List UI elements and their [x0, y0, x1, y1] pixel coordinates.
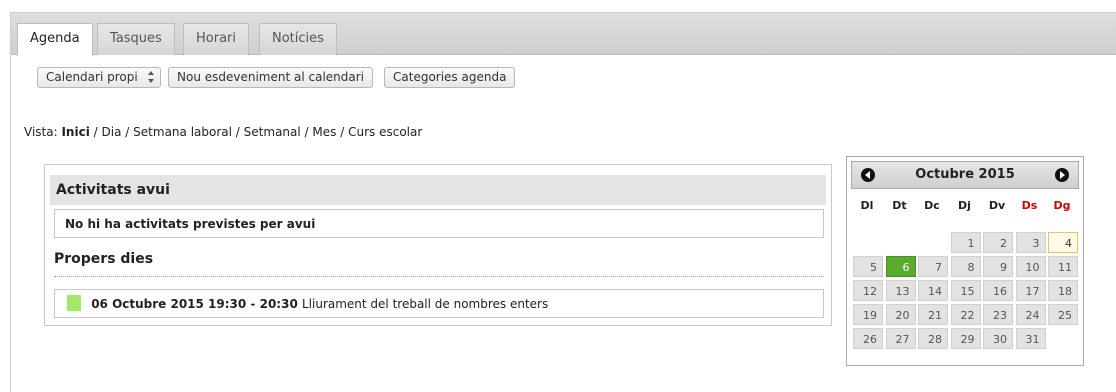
view-mes[interactable]: Mes	[312, 125, 336, 139]
calendar-header: Octubre 2015	[851, 161, 1079, 189]
calendar-select-value: Calendari propi	[46, 70, 138, 84]
calendar-day[interactable]: 26	[853, 328, 883, 349]
calendar-day[interactable]: 19	[853, 304, 883, 325]
upcoming-event[interactable]: 06 Octubre 2015 19:30 - 20:30 Lliurament…	[54, 289, 824, 318]
calendar-month-label: Octubre 2015	[915, 167, 1015, 182]
calendar-day[interactable]: 10	[1015, 256, 1046, 277]
calendar-day[interactable]: 27	[885, 328, 916, 349]
weekday-label: Dv	[988, 199, 1006, 212]
calendar-day[interactable]: 16	[983, 280, 1013, 301]
view-setmana-laboral[interactable]: Setmana laboral	[133, 125, 232, 139]
tab-bar: Agenda Tasques Horari Notícies	[11, 13, 1116, 56]
weekday-label: Ds	[1021, 199, 1038, 212]
weekday-row: Dl Dt Dc Dj Dv Ds Dg	[851, 199, 1081, 219]
calendar-day[interactable]: 2	[983, 232, 1013, 253]
weekday-label: Dl	[860, 199, 874, 212]
event-datetime: 06 Octubre 2015 19:30 - 20:30	[91, 297, 298, 311]
calendar-day[interactable]: 15	[950, 280, 981, 301]
calendar-day[interactable]: 11	[1048, 256, 1078, 277]
calendar-day[interactable]: 24	[1015, 304, 1046, 325]
calendar-day[interactable]: 1	[950, 232, 981, 253]
today-title: Activitats avui	[50, 175, 826, 205]
weekday-label: Dt	[892, 199, 907, 212]
weekday-label: Dc	[924, 199, 940, 212]
view-curs-escolar[interactable]: Curs escolar	[348, 125, 422, 139]
calendar-day[interactable]: 3	[1015, 232, 1046, 253]
upcoming-title: Propers dies	[54, 251, 824, 277]
calendar-day[interactable]: 31	[1015, 328, 1046, 349]
event-title: Lliurament del treball de nombres enters	[301, 297, 549, 311]
event-color-chip	[67, 295, 81, 311]
view-label: Vista:	[24, 125, 58, 139]
view-inici[interactable]: Inici	[61, 125, 89, 139]
tab-noticies[interactable]: Notícies	[259, 23, 337, 55]
calendar-day[interactable]: 8	[950, 256, 981, 277]
calendar-day[interactable]: 18	[1048, 280, 1078, 301]
calendar-day[interactable]: 23	[983, 304, 1013, 325]
calendar-day[interactable]: 25	[1048, 304, 1078, 325]
today-panel: Activitats avui No hi ha activitats prev…	[44, 164, 832, 326]
weekday-label: Dg	[1053, 199, 1071, 212]
next-month-icon[interactable]	[1055, 168, 1069, 182]
categories-button[interactable]: Categories agenda	[384, 67, 516, 88]
calendar-day[interactable]: 17	[1015, 280, 1046, 301]
prev-month-icon[interactable]	[861, 168, 875, 182]
no-activities-message: No hi ha activitats previstes per avui	[54, 209, 824, 238]
calendar-day[interactable]: 29	[950, 328, 981, 349]
calendar-day[interactable]: 20	[885, 304, 916, 325]
calendar-day[interactable]: 5	[853, 256, 883, 277]
tab-horari[interactable]: Horari	[183, 23, 249, 55]
calendar-day[interactable]: 14	[918, 280, 948, 301]
calendar-day[interactable]: 13	[885, 280, 916, 301]
view-setmanal[interactable]: Setmanal	[244, 125, 301, 139]
view-selector: Vista: Inici / Dia / Setmana laboral / S…	[24, 125, 423, 139]
calendar-day[interactable]: 9	[983, 256, 1013, 277]
mini-calendar: Octubre 2015 Dl Dt Dc Dj Dv Ds Dg 1 2 3 4 5 6 7 8 9 10 1…	[846, 156, 1084, 366]
calendar-day[interactable]: 6	[885, 256, 916, 277]
calendar-select[interactable]: Calendari propi	[37, 67, 161, 88]
calendar-day[interactable]: 4	[1048, 232, 1078, 253]
view-dia[interactable]: Dia	[102, 125, 122, 139]
tab-agenda[interactable]: Agenda	[17, 23, 93, 56]
calendar-day[interactable]: 22	[950, 304, 981, 325]
calendar-day[interactable]: 12	[853, 280, 883, 301]
calendar-day[interactable]: 7	[918, 256, 948, 277]
new-event-button[interactable]: Nou esdeveniment al calendari	[168, 67, 374, 88]
calendar-day[interactable]: 21	[918, 304, 948, 325]
tab-tasques[interactable]: Tasques	[97, 23, 175, 55]
select-arrows-icon	[148, 71, 154, 83]
calendar-day[interactable]: 28	[918, 328, 948, 349]
calendar-day[interactable]: 30	[983, 328, 1013, 349]
weekday-label: Dj	[958, 199, 971, 212]
